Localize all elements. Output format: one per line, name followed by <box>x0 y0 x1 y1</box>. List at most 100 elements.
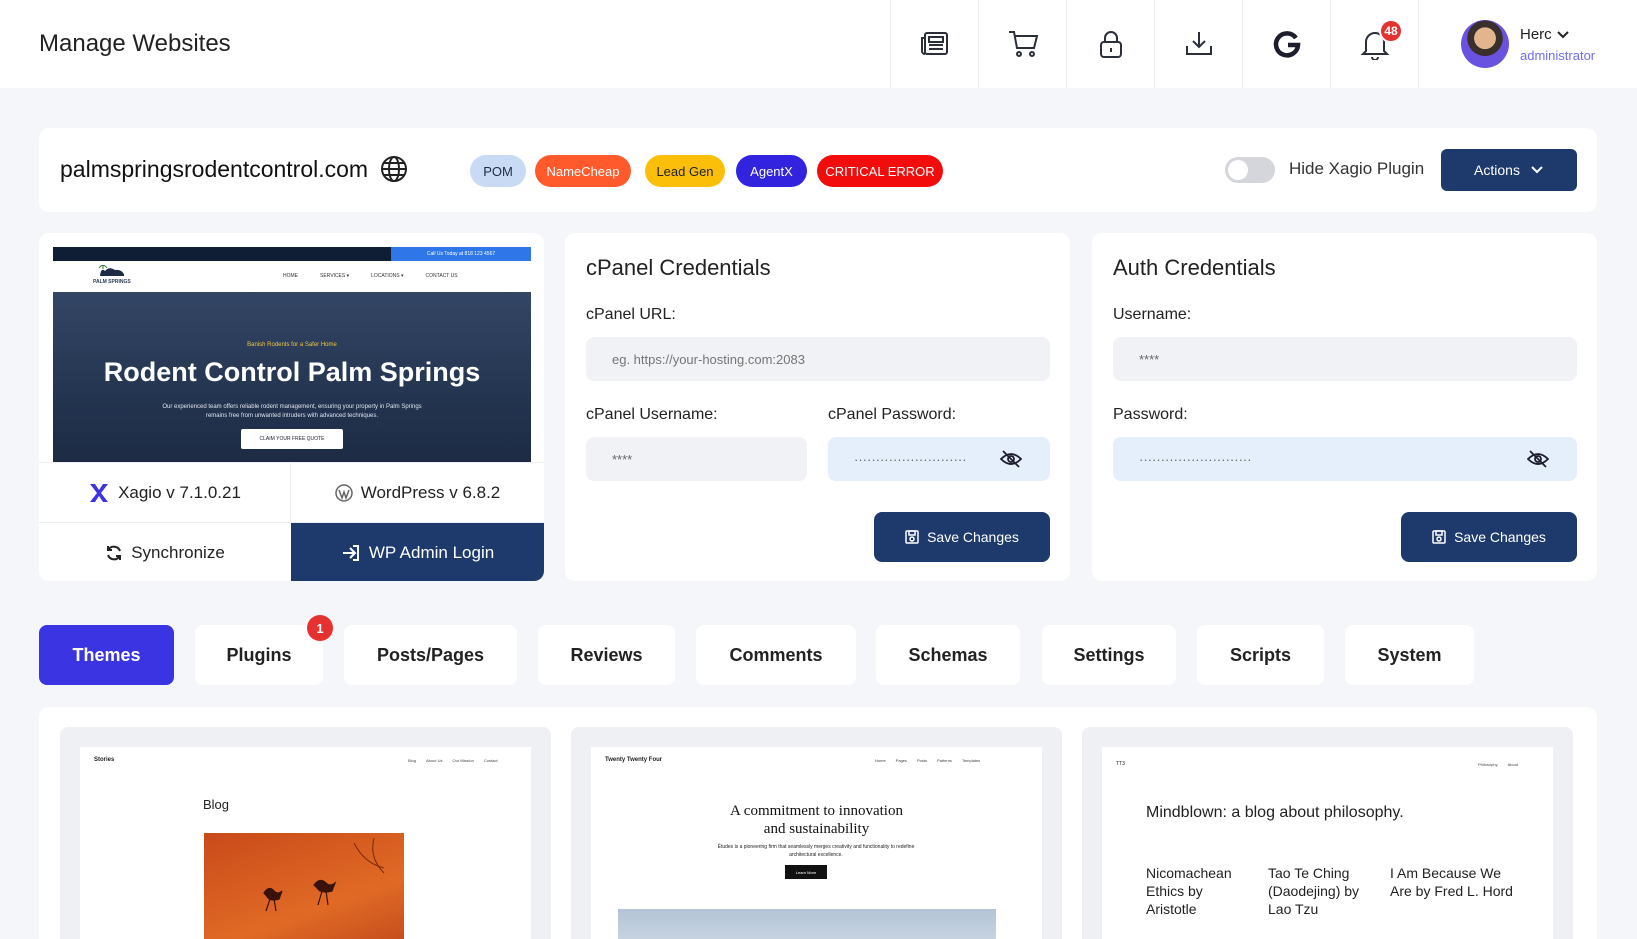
theme-nav-link: About Us <box>426 758 443 763</box>
tag-pom[interactable]: POM <box>470 155 526 187</box>
theme-card-twenty-twenty-four[interactable]: Twenty Twenty Four Home Pages Posts Patt… <box>571 727 1062 939</box>
theme-body-text: Études is a pioneering firm that seamles… <box>717 844 915 858</box>
tab-posts-pages[interactable]: Posts/Pages <box>344 625 517 685</box>
theme-nav-link: Our Mission <box>452 758 474 763</box>
theme-nav-links: Blog About Us Our Mission Contact <box>408 758 498 763</box>
lock-icon-button[interactable] <box>1066 0 1154 88</box>
theme-nav-link: Home <box>875 758 886 763</box>
theme-cta: Learn More <box>785 865 827 879</box>
auth-password-input[interactable]: ·························· <box>1113 437 1577 481</box>
plugins-update-badge: 1 <box>307 615 333 641</box>
tag-agentx[interactable]: AgentX <box>736 155 807 187</box>
site-domain: palmspringsrodentcontrol.com <box>60 155 369 182</box>
cpanel-password-input[interactable]: ·························· <box>828 437 1050 481</box>
birds-silhouette <box>263 837 385 912</box>
cpanel-save-button[interactable]: Save Changes <box>874 512 1050 562</box>
google-icon <box>1273 31 1300 58</box>
tab-plugins-label: Plugins <box>226 644 292 665</box>
tab-system[interactable]: System <box>1345 625 1474 685</box>
wordpress-version-label: WordPress v 6.8.2 <box>360 483 501 502</box>
theme-site-name: Twenty Twenty Four <box>605 757 663 763</box>
page-title: Manage Websites <box>39 30 231 57</box>
theme-card-tt3[interactable]: TT3 Philosophy About Mindblown: a blog a… <box>1082 727 1573 939</box>
preview-phone-strip: Call Us Today at 818 123 4567 <box>391 247 531 261</box>
wordpress-version: WordPress v 6.8.2 <box>291 463 544 523</box>
theme-nav-link: Blog <box>408 758 417 763</box>
tab-scripts[interactable]: Scripts <box>1197 625 1324 685</box>
auth-save-button[interactable]: Save Changes <box>1401 512 1577 562</box>
floppy-disk-icon <box>905 530 919 544</box>
theme-preview: TT3 Philosophy About Mindblown: a blog a… <box>1102 747 1553 939</box>
eye-off-icon[interactable] <box>1000 449 1022 469</box>
tab-settings[interactable]: Settings <box>1042 625 1176 685</box>
theme-preview: Twenty Twenty Four Home Pages Posts Patt… <box>591 747 1042 939</box>
tab-schemas[interactable]: Schemas <box>876 625 1020 685</box>
theme-card-stories[interactable]: Stories Blog About Us Our Mission Contac… <box>60 727 551 939</box>
globe-icon <box>381 156 408 182</box>
theme-nav-link: Patterns <box>937 758 952 763</box>
tag-lead-gen[interactable]: Lead Gen <box>645 155 725 187</box>
synchronize-label: Synchronize <box>131 542 225 562</box>
site-screenshot: Call Us Today at 818 123 4567 PALM SPRIN… <box>53 247 531 462</box>
user-role: administrator <box>1520 48 1596 63</box>
tab-themes[interactable]: Themes <box>39 625 174 685</box>
lock-icon <box>1099 31 1122 58</box>
tab-reviews[interactable]: Reviews <box>538 625 675 685</box>
theme-nav-link: Posts <box>917 758 928 763</box>
preview-nav-link: CONTACT US <box>425 273 458 279</box>
synchronize-button[interactable]: Synchronize <box>39 523 291 581</box>
wordpress-icon <box>334 484 353 502</box>
preview-hero: Banish Rodents for a Safer Home Rodent C… <box>53 292 531 462</box>
xagio-logo-icon <box>90 484 109 502</box>
tag-critical-error[interactable]: CRITICAL ERROR <box>817 155 943 187</box>
auth-credentials-card: Auth Credentials Username: **** Password… <box>1092 233 1597 581</box>
preview-nav-links: HOME SERVICES ▾ LOCATIONS ▾ CONTACT US <box>283 273 458 279</box>
cpanel-password-value: ·························· <box>854 451 967 467</box>
preview-nav-link: LOCATIONS ▾ <box>371 273 404 279</box>
auth-password-value: ·························· <box>1139 451 1252 467</box>
actions-button[interactable]: Actions <box>1441 149 1577 191</box>
cart-icon <box>1008 31 1038 57</box>
theme-post-title: Tao Te Ching (Daodejing) by Lao Tzu <box>1268 865 1360 917</box>
cpanel-url-input[interactable] <box>586 337 1050 381</box>
top-bar: Manage Websites 48 Herc administrator <box>0 0 1637 88</box>
notifications-button[interactable]: 48 <box>1330 0 1418 88</box>
theme-post-title: I Am Because We Are by Fred L. Hord <box>1390 865 1513 899</box>
tab-comments[interactable]: Comments <box>696 625 856 685</box>
hide-plugin-toggle[interactable] <box>1225 157 1275 183</box>
theme-post-title: Nicomachean Ethics by Aristotle <box>1146 865 1232 917</box>
rodent-logo-icon <box>98 264 124 276</box>
cpanel-credentials-card: cPanel Credentials cPanel URL: cPanel Us… <box>565 233 1070 581</box>
google-icon-button[interactable] <box>1242 0 1330 88</box>
preview-subtext: Our experienced team offers reliable rod… <box>162 404 422 419</box>
xagio-version-label: Xagio v 7.1.0.21 <box>118 483 241 502</box>
news-icon-button[interactable] <box>890 0 978 88</box>
user-menu[interactable]: Herc administrator <box>1418 0 1637 88</box>
wp-admin-login-button[interactable]: WP Admin Login <box>291 523 544 581</box>
avatar <box>1461 20 1509 68</box>
cpanel-save-label: Save Changes <box>927 529 1019 545</box>
cpanel-title: cPanel Credentials <box>586 255 771 280</box>
theme-heading: A commitment to innovation and sustainab… <box>591 802 1042 838</box>
download-icon-button[interactable] <box>1154 0 1242 88</box>
cpanel-url-label: cPanel URL: <box>586 306 676 323</box>
theme-hero-image <box>618 909 996 939</box>
eye-off-icon[interactable] <box>1527 449 1549 469</box>
wp-admin-login-label: WP Admin Login <box>368 542 495 562</box>
tag-namecheap[interactable]: NameCheap <box>535 155 631 187</box>
theme-heading-line: and sustainability <box>763 821 870 837</box>
download-icon <box>1185 32 1212 55</box>
cart-icon-button[interactable] <box>978 0 1066 88</box>
user-name: Herc <box>1520 26 1552 43</box>
auth-password-label: Password: <box>1113 406 1188 423</box>
themes-panel: Stories Blog About Us Our Mission Contac… <box>39 707 1597 939</box>
cpanel-username-input[interactable]: **** <box>586 437 807 481</box>
preview-nav: PALM SPRINGS HOME SERVICES ▾ LOCATIONS ▾… <box>53 261 531 292</box>
tab-plugins[interactable]: Plugins 1 <box>195 615 333 685</box>
auth-username-input[interactable]: **** <box>1113 337 1577 381</box>
preview-nav-link: SERVICES ▾ <box>320 273 350 279</box>
theme-nav-link: Philosophy <box>1478 762 1498 767</box>
chevron-down-icon <box>1531 166 1543 174</box>
preview-logo: PALM SPRINGS <box>93 264 131 285</box>
theme-nav-link: About <box>1507 762 1519 767</box>
